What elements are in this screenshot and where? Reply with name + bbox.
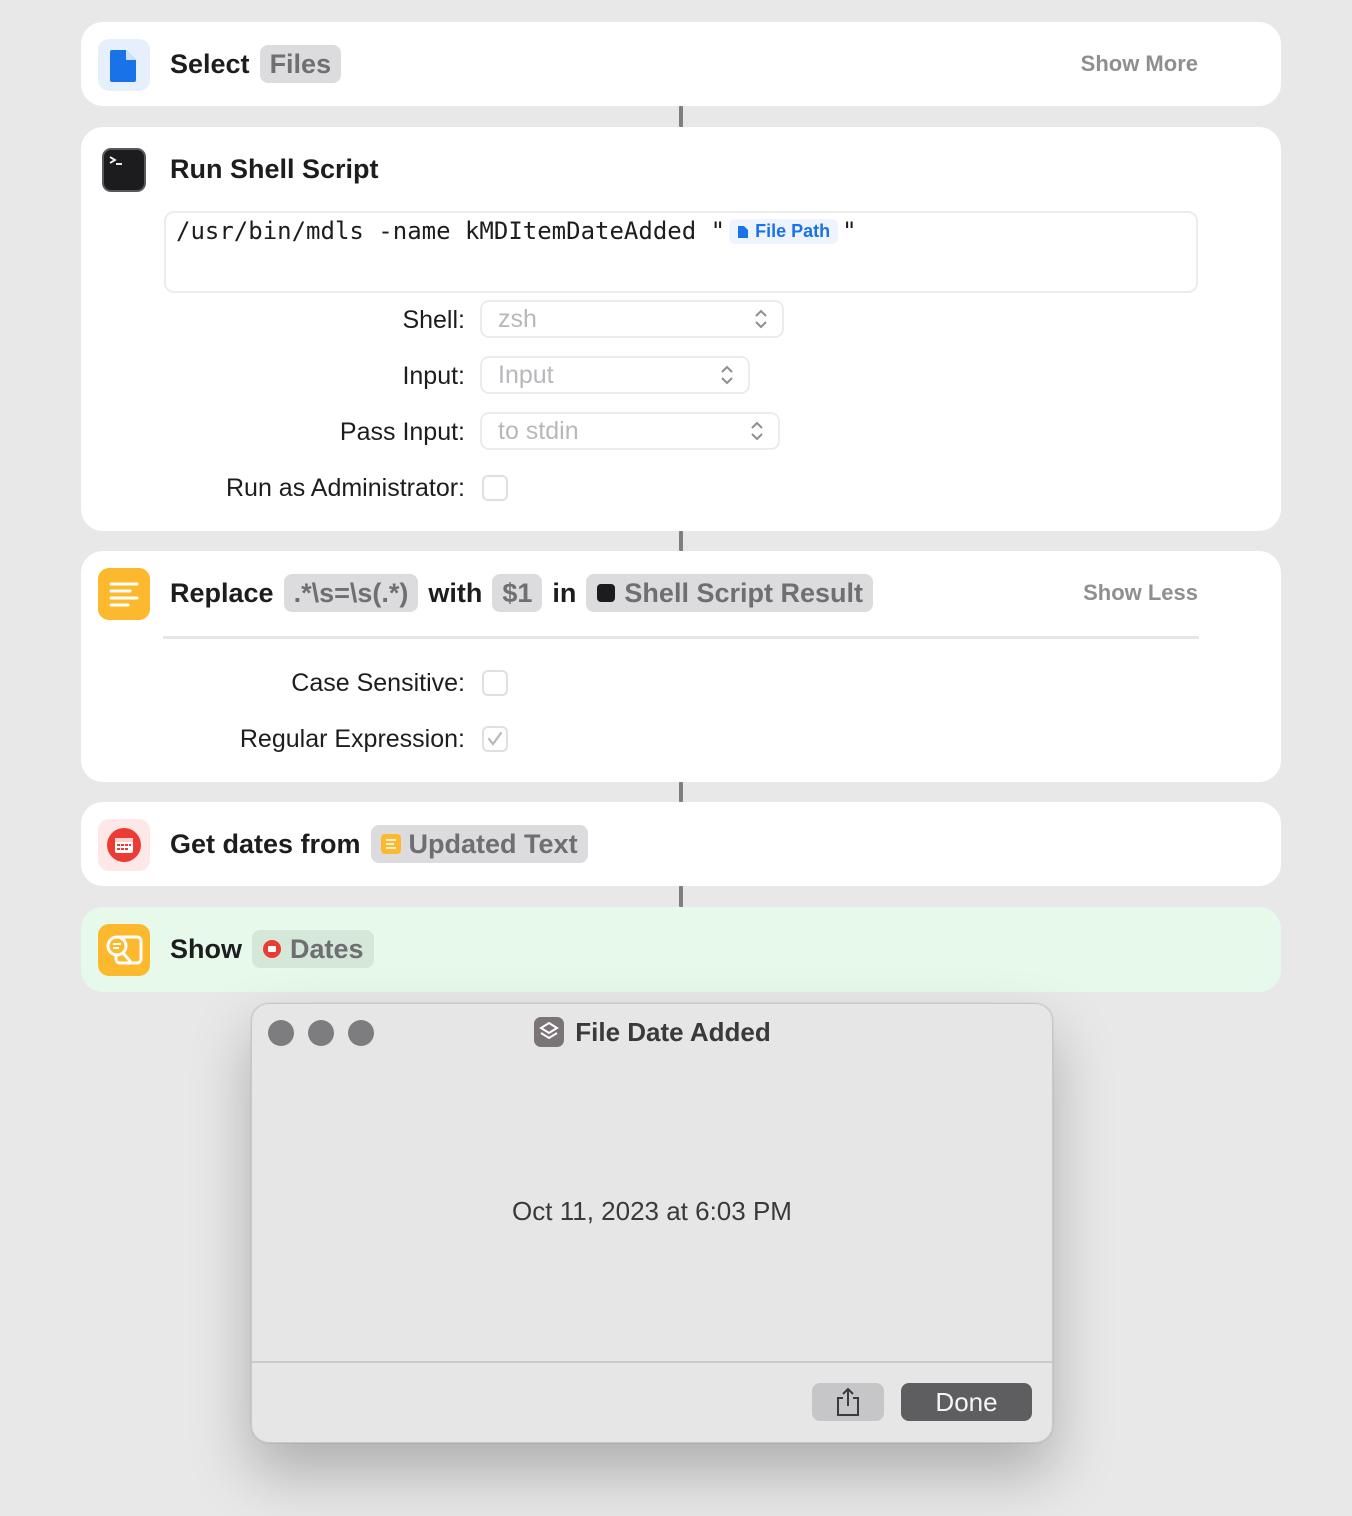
chevron-updown-icon: [721, 365, 733, 385]
shell-label: Shell:: [402, 306, 465, 334]
dialog-title: File Date Added: [575, 1016, 771, 1047]
pass-input-label: Pass Input:: [339, 418, 465, 446]
admin-label: Run as Administrator:: [226, 474, 465, 502]
calendar-icon: [98, 819, 150, 871]
updated-text-token[interactable]: Updated Text: [370, 825, 588, 863]
script-text: /usr/bin/mdls -name kMDItemDateAdded ": [176, 217, 726, 245]
done-button[interactable]: Done: [901, 1383, 1032, 1421]
connector-line: [679, 886, 683, 907]
run-shell-script-action[interactable]: Run Shell Script /usr/bin/mdls -name kMD…: [81, 127, 1281, 531]
pattern-token[interactable]: .*\s=\s(.*): [283, 574, 419, 612]
connector-line: [679, 531, 683, 551]
shell-result-label: Shell Script Result: [624, 577, 863, 608]
pass-input-value: to stdin: [498, 416, 579, 445]
select-verb: Select: [170, 48, 250, 79]
checkmark-icon: [487, 731, 503, 746]
shell-value: zsh: [498, 304, 537, 333]
shell-result-token[interactable]: Shell Script Result: [586, 574, 873, 612]
terminal-icon: [98, 144, 150, 196]
files-token[interactable]: Files: [259, 45, 342, 83]
with-word: with: [428, 577, 483, 608]
show-less-button[interactable]: Show Less: [1083, 551, 1198, 635]
select-files-action[interactable]: Select Files Show More: [81, 22, 1281, 106]
case-sensitive-checkbox[interactable]: [482, 670, 508, 696]
show-result-action[interactable]: Show Dates: [81, 907, 1281, 992]
result-dialog: File Date Added Oct 11, 2023 at 6:03 PM …: [251, 1003, 1053, 1443]
run-shell-title: Run Shell Script: [170, 153, 379, 184]
section-divider: [163, 636, 1199, 639]
shortcuts-icon: [534, 1017, 565, 1047]
dates-label: Dates: [290, 933, 364, 964]
replace-text-action[interactable]: Replace .*\s=\s(.*) with $1 in Shell Scr…: [81, 551, 1281, 782]
script-end-quote: ": [842, 217, 857, 245]
case-sensitive-label: Case Sensitive:: [291, 669, 465, 697]
show-verb: Show: [170, 933, 242, 964]
input-value: Input: [498, 360, 554, 389]
dates-token[interactable]: Dates: [252, 930, 374, 968]
input-label: Input:: [402, 362, 465, 390]
connector-line: [679, 782, 683, 802]
terminal-icon: [597, 584, 616, 602]
chevron-updown-icon: [755, 309, 767, 329]
document-icon: [98, 39, 150, 91]
in-word: in: [552, 577, 577, 608]
admin-checkbox[interactable]: [482, 475, 508, 501]
result-text: Oct 11, 2023 at 6:03 PM: [512, 1195, 792, 1226]
share-button[interactable]: [812, 1383, 884, 1421]
share-icon: [837, 1387, 859, 1416]
pass-input-popup[interactable]: to stdin: [480, 412, 780, 450]
dialog-divider: [252, 1361, 1052, 1363]
replace-verb: Replace: [170, 577, 274, 608]
quick-look-icon: [98, 924, 150, 976]
regex-checkbox[interactable]: [482, 726, 508, 752]
file-path-label: File Path: [755, 221, 831, 241]
regex-label: Regular Expression:: [239, 725, 465, 753]
get-dates-action[interactable]: Get dates from Updated Text: [81, 802, 1281, 886]
get-dates-verb: Get dates from: [170, 828, 361, 859]
calendar-icon: [263, 940, 281, 958]
document-icon: [738, 225, 749, 238]
text-lines-icon: [380, 834, 401, 854]
shell-popup[interactable]: zsh: [480, 300, 784, 338]
connector-line: [679, 106, 683, 127]
replacement-token[interactable]: $1: [492, 574, 543, 612]
show-more-button[interactable]: Show More: [1081, 22, 1198, 106]
chevron-updown-icon: [751, 421, 763, 441]
input-popup[interactable]: Input: [480, 356, 750, 394]
text-lines-icon: [98, 568, 150, 620]
script-editor[interactable]: /usr/bin/mdls -name kMDItemDateAdded " Fi…: [164, 211, 1198, 293]
updated-text-label: Updated Text: [408, 828, 578, 859]
file-path-variable[interactable]: File Path: [729, 219, 839, 244]
